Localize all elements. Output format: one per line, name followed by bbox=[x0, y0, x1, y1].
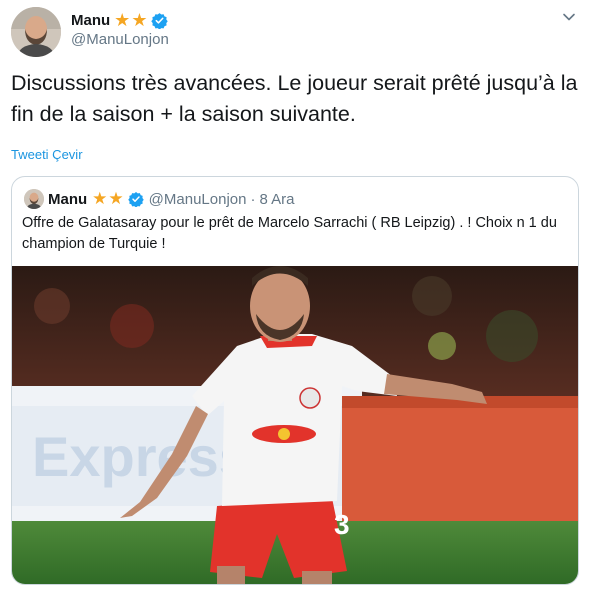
quoted-date: 8 Ara bbox=[259, 190, 295, 208]
jersey-number: 3 bbox=[334, 509, 350, 540]
tweet-text: Discussions très avancées. Le joueur ser… bbox=[11, 71, 578, 126]
quoted-tweet-photo[interactable]: Express 3 bbox=[12, 266, 578, 584]
author-name[interactable]: Manu bbox=[71, 12, 110, 29]
quoted-star-badges: ★ ★ bbox=[92, 190, 125, 208]
verified-icon bbox=[127, 191, 144, 207]
svg-text:Express: Express bbox=[32, 425, 250, 488]
star-icon: ★ bbox=[92, 189, 108, 208]
verified-icon bbox=[151, 12, 169, 29]
quoted-tweet-text: Offre de Galatasaray pour le prêt de Mar… bbox=[22, 215, 557, 252]
star-icon: ★ bbox=[108, 189, 124, 208]
author-handle[interactable]: @ManuLonjon bbox=[71, 31, 169, 48]
separator-dot: · bbox=[250, 190, 256, 208]
quoted-header: Manu ★ ★ @ManuLonjon · 8 Ara bbox=[48, 188, 295, 210]
chevron-down-icon[interactable] bbox=[562, 10, 576, 24]
star-badges: ★ ★ bbox=[114, 11, 148, 29]
translate-tweet-link[interactable]: Tweeti Çevir bbox=[11, 147, 83, 162]
author-name-row: Manu ★ ★ bbox=[71, 10, 169, 30]
star-icon: ★ bbox=[114, 10, 131, 30]
photo-icon: Express 3 bbox=[12, 266, 578, 584]
avatar-image bbox=[11, 7, 61, 57]
star-icon: ★ bbox=[131, 10, 148, 30]
quoted-author-avatar bbox=[24, 189, 44, 209]
author-avatar[interactable] bbox=[11, 7, 61, 57]
quoted-author-name: Manu bbox=[48, 190, 88, 208]
quoted-author-handle: @ManuLonjon bbox=[148, 190, 247, 208]
quoted-tweet-card[interactable]: Manu ★ ★ @ManuLonjon · 8 Ara Offre de Ga… bbox=[11, 176, 579, 585]
